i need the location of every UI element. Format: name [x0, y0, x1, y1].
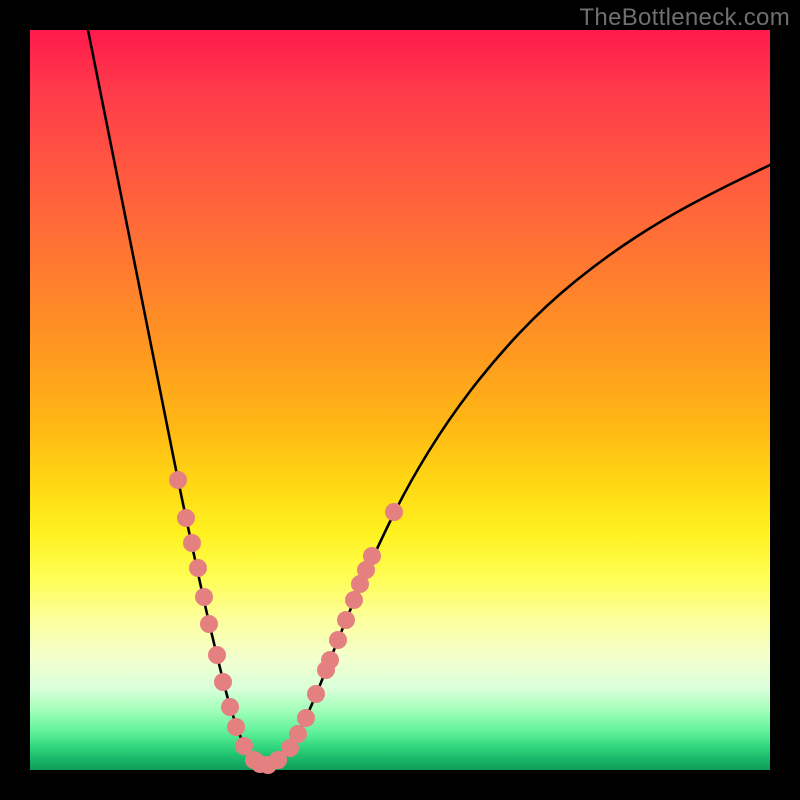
gradient-plot-area — [30, 30, 770, 770]
watermark-label: TheBottleneck.com — [579, 4, 790, 32]
